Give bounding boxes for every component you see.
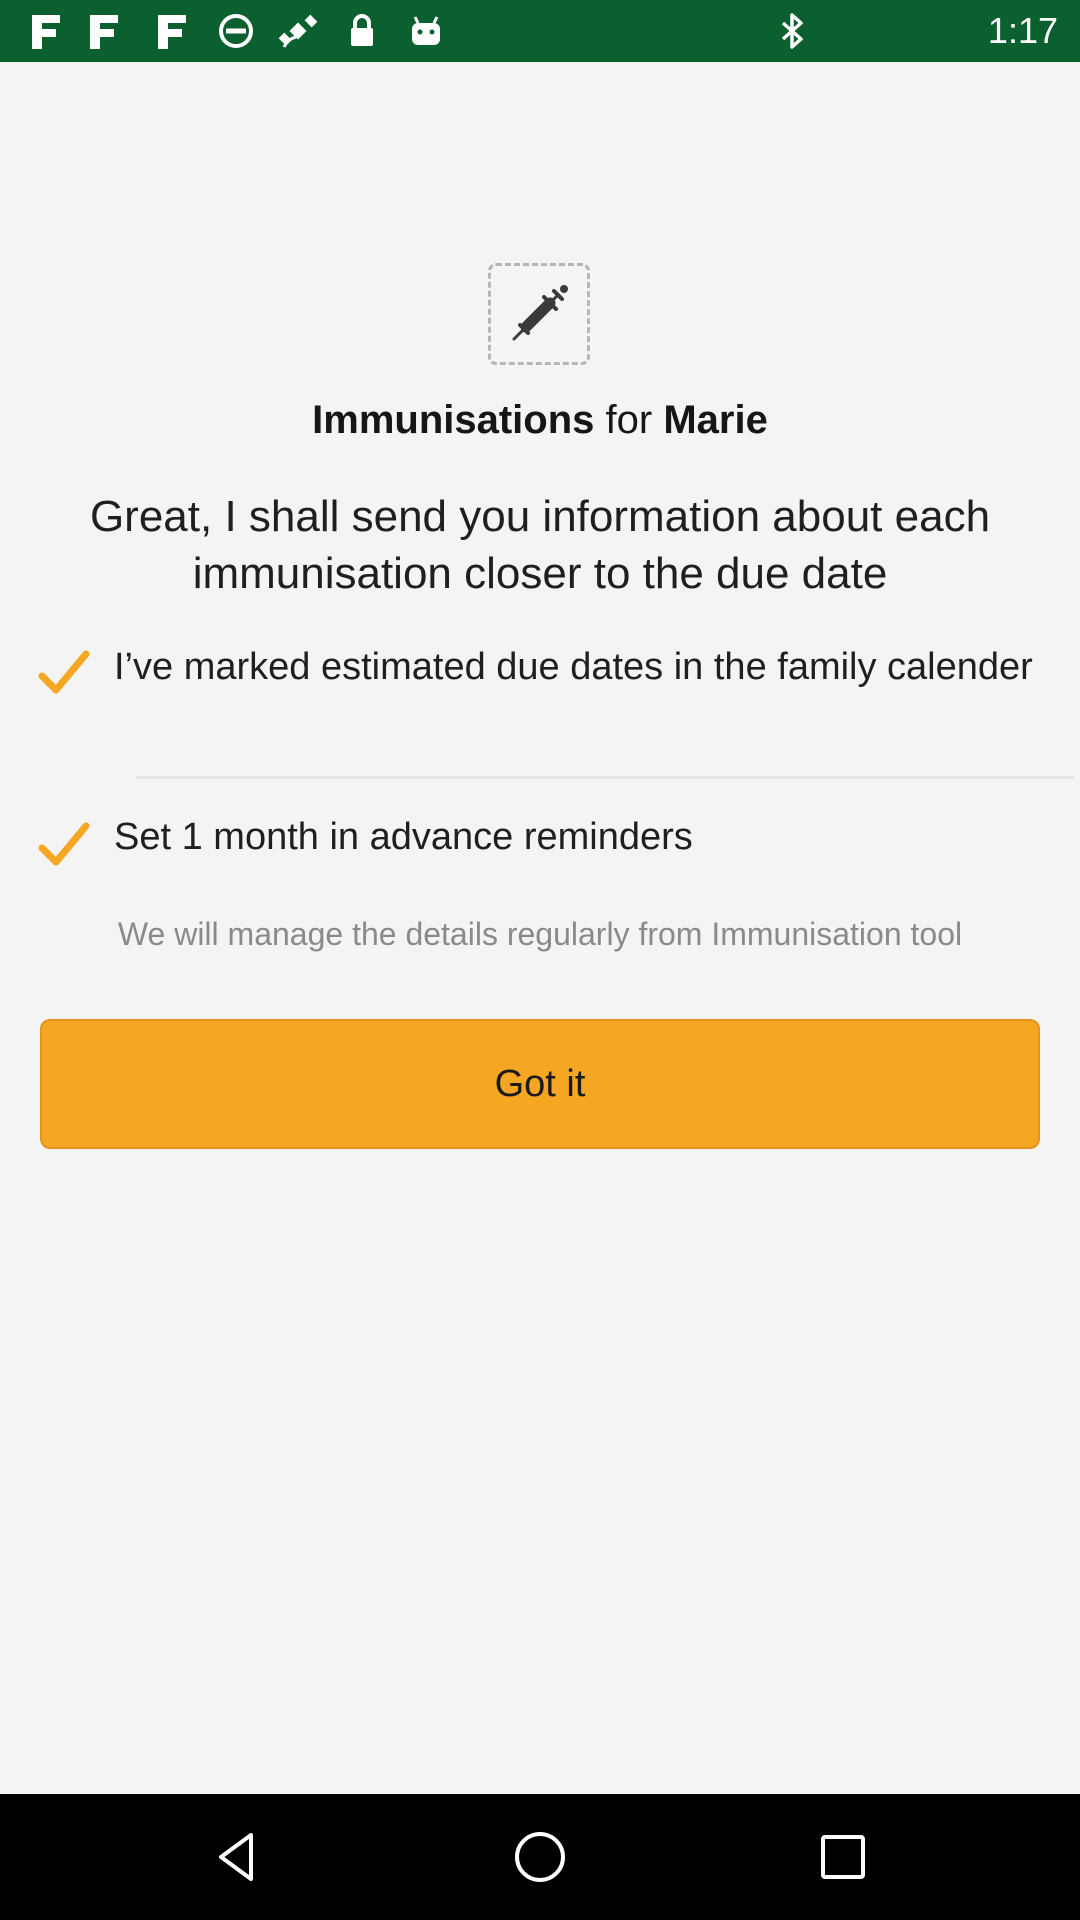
checkmark-icon — [38, 822, 90, 866]
title-person-name: Marie — [663, 398, 768, 442]
news-icon — [90, 15, 118, 49]
title-connector: for — [605, 398, 653, 442]
clock: 1:17 — [987, 10, 1058, 51]
no-sim-icon — [219, 14, 253, 48]
home-circle-icon[interactable] — [510, 1827, 570, 1887]
checklist-item-text: I’ve marked estimated due dates in the f… — [114, 646, 1033, 688]
back-triangle-icon[interactable] — [207, 1827, 267, 1887]
bluetooth-icon — [781, 13, 803, 49]
checkmark-icon — [38, 650, 90, 694]
page-title: Immunisations for Marie — [0, 398, 1080, 443]
syringe-icon — [488, 263, 590, 365]
confirmation-headline: Great, I shall send you information abou… — [89, 492, 991, 598]
fake-gps-satellite-icon — [278, 14, 318, 48]
news-icon — [32, 15, 60, 49]
android-icon — [412, 16, 440, 45]
recents-square-icon[interactable] — [813, 1827, 873, 1887]
news-icon — [158, 15, 186, 49]
title-module: Immunisations — [312, 398, 595, 442]
got-it-button-label: Got it — [494, 1062, 586, 1105]
got-it-button[interactable]: Got it — [40, 1019, 1040, 1149]
status-bar: 1:17 — [0, 0, 1080, 62]
info-note: We will manage the details regularly fro… — [117, 916, 963, 952]
checklist-item-text: Set 1 month in advance reminders — [114, 816, 693, 858]
navigation-bar — [0, 1794, 1080, 1920]
lock-icon — [351, 14, 373, 46]
divider — [136, 776, 1074, 779]
